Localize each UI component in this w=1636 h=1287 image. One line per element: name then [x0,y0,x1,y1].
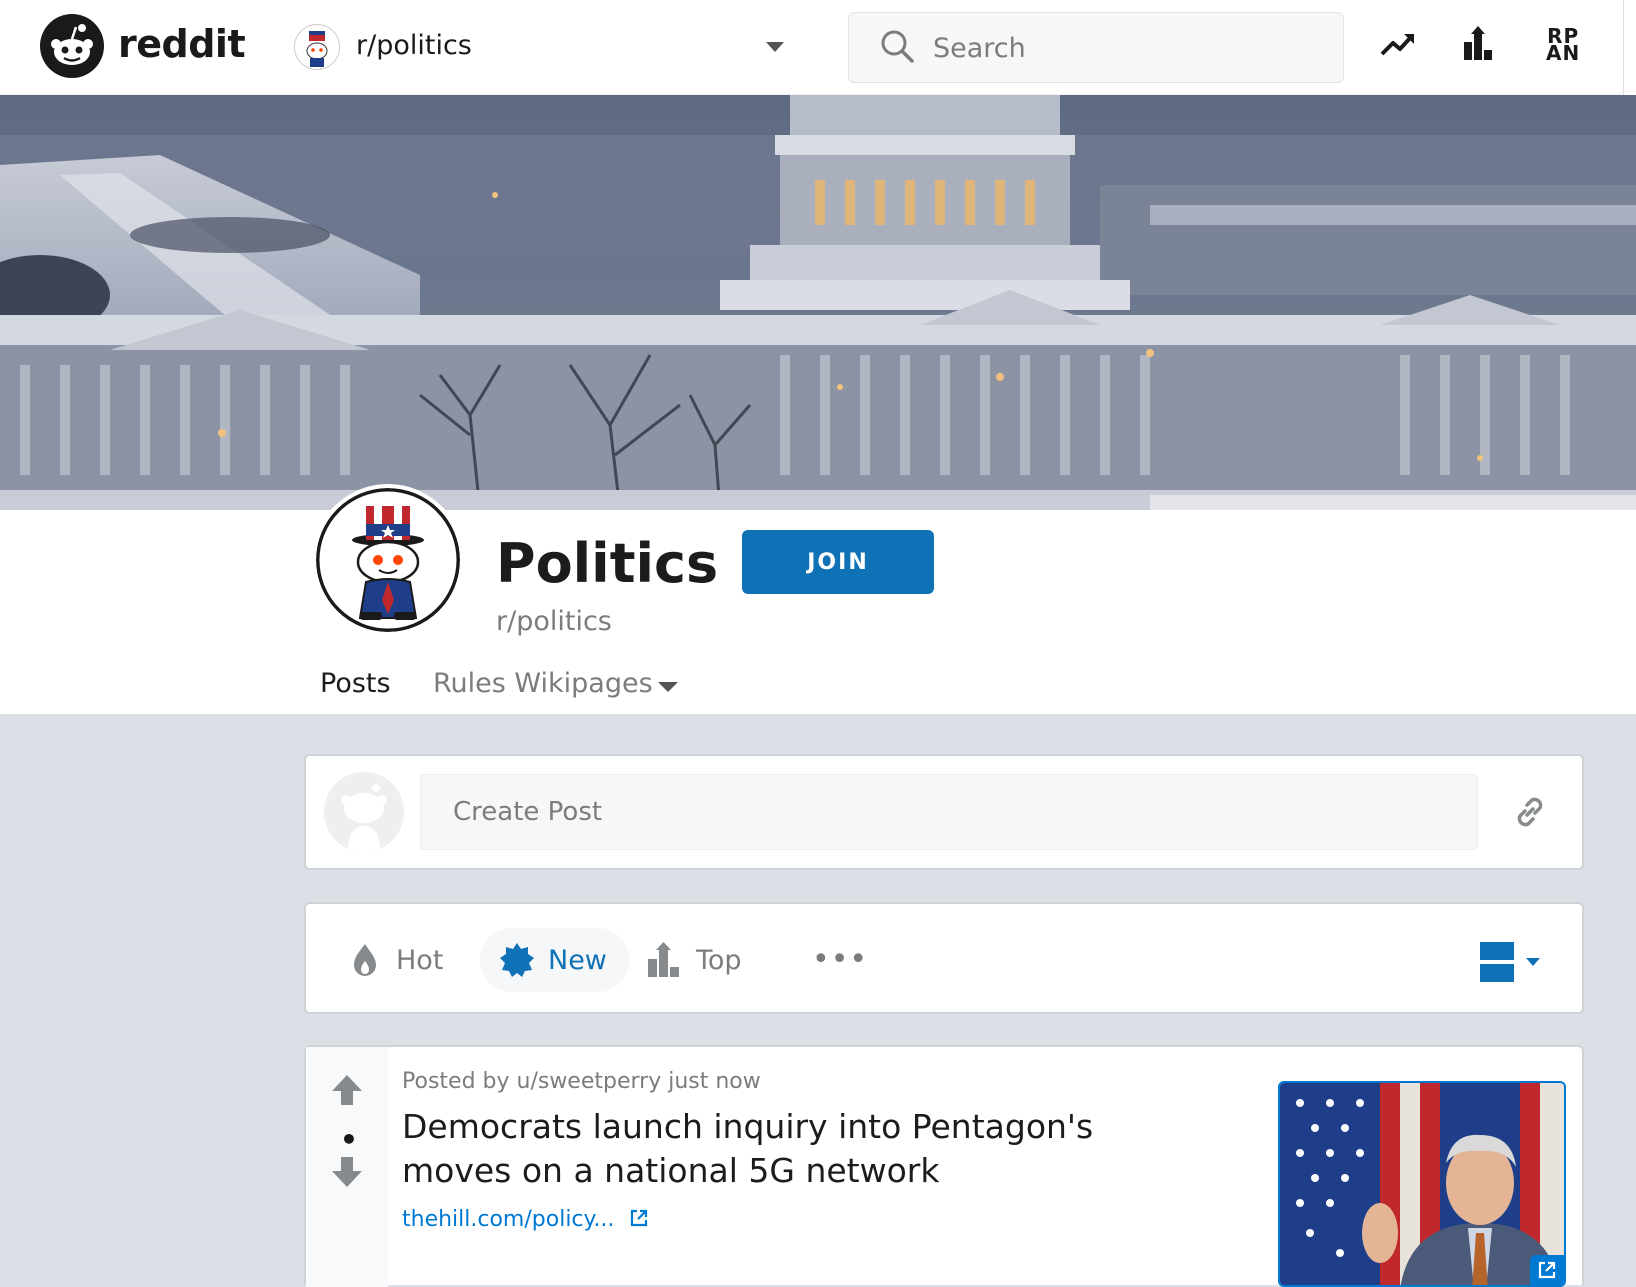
sort-bar: Hot New Top ••• [304,902,1584,1014]
subreddit-switcher[interactable]: r/politics [294,22,794,72]
external-link-icon [1538,1261,1556,1279]
reddit-wordmark[interactable]: reddit [118,22,246,66]
search-input[interactable] [931,25,1325,71]
search-bar[interactable] [848,12,1344,83]
vote-score: • [340,1123,358,1156]
view-layout-toggle-icon[interactable] [1480,942,1552,982]
rpan-icon[interactable]: RP AN [1546,26,1580,63]
external-link-badge [1530,1255,1564,1285]
top-bars-icon [648,942,679,977]
sort-new-label: New [548,944,607,976]
user-avatar-placeholder-icon[interactable] [324,772,404,852]
subreddit-avatar [312,484,464,636]
link-icon[interactable] [1508,790,1552,834]
chevron-down-icon [766,42,784,52]
sort-top-label: Top [696,944,742,976]
popular-trending-icon[interactable] [1378,24,1418,64]
tab-rules-wikipages[interactable]: Rules Wikipages [433,668,653,699]
subreddit-banner-image [0,95,1636,510]
post-thumbnail[interactable] [1278,1081,1566,1287]
downvote-icon[interactable] [330,1155,364,1189]
create-post-input[interactable] [420,774,1478,850]
create-post-card [304,754,1584,870]
scrollbar-edge [1623,0,1636,95]
subreddit-name: r/politics [496,606,612,637]
post-title[interactable]: Democrats launch inquiry into Pentagon's… [402,1105,1212,1193]
external-link-icon [631,1209,648,1227]
post-meta: Posted by u/sweetperry just now [402,1069,761,1094]
vote-column: • [306,1047,388,1287]
sort-hot-label: Hot [396,944,444,976]
reddit-logo-icon[interactable] [40,14,104,78]
search-icon [881,30,914,63]
all-top-icon[interactable] [1458,24,1498,64]
post-card[interactable]: • Posted by u/sweetperry just now Democr… [304,1045,1584,1287]
sort-top[interactable]: Top [646,928,742,992]
politics-mini-avatar [294,24,340,70]
sort-new[interactable]: New [480,928,629,992]
post-link-text: thehill.com/policy... [402,1207,615,1232]
join-button[interactable]: JOIN [742,530,934,594]
chevron-down-icon[interactable] [658,682,678,692]
more-sort-options[interactable]: ••• [812,942,868,977]
post-external-link[interactable]: thehill.com/policy... [402,1207,649,1232]
subreddit-title: Politics [496,532,719,595]
subreddit-switcher-label: r/politics [356,30,472,61]
new-badge-icon [500,943,534,977]
subreddit-header: Politics r/politics JOIN Posts Rules Wik… [0,484,1636,714]
top-nav-bar: reddit r/politics Search RP AN [0,0,1636,95]
flame-icon [354,944,376,976]
tab-posts[interactable]: Posts [320,668,391,699]
upvote-icon[interactable] [330,1073,364,1107]
sort-hot[interactable]: Hot [346,928,443,992]
